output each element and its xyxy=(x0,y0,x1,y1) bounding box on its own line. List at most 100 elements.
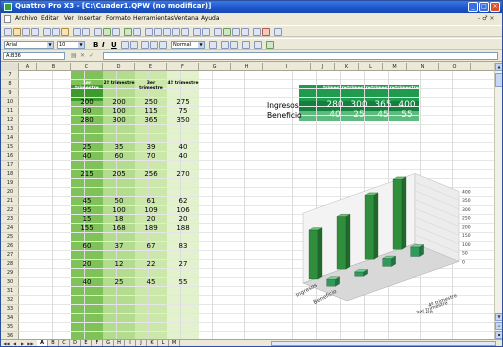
table-cell[interactable]: 25 xyxy=(71,143,103,152)
table-cell[interactable]: 168 xyxy=(103,224,135,233)
table-cell[interactable]: 20 xyxy=(167,215,199,224)
undo-icon[interactable] xyxy=(73,28,81,36)
sheet-tab-l[interactable]: L xyxy=(158,340,169,346)
row-header-26[interactable]: 26 xyxy=(1,242,19,251)
save-icon[interactable] xyxy=(22,28,30,36)
row-header-25[interactable]: 25 xyxy=(1,233,19,242)
bar-ingresos-1[interactable] xyxy=(308,229,319,280)
summary-cell[interactable]: 300 xyxy=(347,101,371,110)
new-file-icon[interactable] xyxy=(4,28,12,36)
column-header-d[interactable]: D xyxy=(103,63,135,71)
fill-color-icon[interactable] xyxy=(230,41,238,49)
table-cell[interactable]: 215 xyxy=(71,170,103,179)
print-icon[interactable] xyxy=(31,28,39,36)
bar-beneficio-1[interactable] xyxy=(326,279,336,287)
formula-input[interactable] xyxy=(103,52,498,60)
style-select[interactable]: Normal ▼ xyxy=(171,41,205,49)
row-header-12[interactable]: 12 xyxy=(1,116,19,125)
row-header-30[interactable]: 30 xyxy=(1,278,19,287)
sort-icon[interactable] xyxy=(214,28,222,36)
paste-icon[interactable] xyxy=(61,28,69,36)
bar-ingresos-4[interactable] xyxy=(392,179,403,250)
summary-cell[interactable]: 25 xyxy=(347,111,371,120)
menu-herramientas[interactable]: Herramientas xyxy=(133,15,174,22)
summary-label[interactable]: Beneficio xyxy=(267,111,315,120)
summary-cell[interactable]: 55 xyxy=(395,111,419,120)
first-sheet-icon[interactable]: ◀◀ xyxy=(3,340,10,346)
table-cell[interactable]: 45 xyxy=(71,197,103,206)
italic-button[interactable]: I xyxy=(102,41,105,49)
table-cell[interactable]: 256 xyxy=(135,170,167,179)
table-cell[interactable]: 115 xyxy=(135,107,167,116)
table-cell[interactable]: 20 xyxy=(71,260,103,269)
row-header-29[interactable]: 29 xyxy=(1,269,19,278)
table-cell[interactable]: 109 xyxy=(135,206,167,215)
table-cell[interactable]: 155 xyxy=(71,224,103,233)
table-cell[interactable]: 300 xyxy=(103,116,135,125)
split-button[interactable]: = xyxy=(495,322,502,330)
cancel-icon[interactable]: ✕ xyxy=(80,52,85,59)
table-cell[interactable]: 15 xyxy=(71,215,103,224)
table-cell[interactable]: 25 xyxy=(103,278,135,287)
zoom-icon[interactable] xyxy=(94,28,102,36)
row-header-18[interactable]: 18 xyxy=(1,170,19,179)
column-header-o[interactable]: O xyxy=(439,63,471,71)
table-cell[interactable]: 55 xyxy=(167,278,199,287)
row-header-19[interactable]: 19 xyxy=(1,179,19,188)
row-header-24[interactable]: 24 xyxy=(1,224,19,233)
scroll-thumb[interactable] xyxy=(495,73,502,87)
next-sheet-icon[interactable]: ▶ xyxy=(19,340,26,346)
scroll-down-button[interactable]: ▼ xyxy=(495,313,502,321)
sheet-tab-g[interactable]: G xyxy=(103,340,114,346)
row-header-9[interactable]: 9 xyxy=(1,89,19,98)
table-cell[interactable]: 75 xyxy=(167,107,199,116)
column-header-m[interactable]: M xyxy=(383,63,407,71)
table-cell[interactable]: 270 xyxy=(167,170,199,179)
cell-reference[interactable]: A:B36 xyxy=(3,52,65,60)
summary-cell[interactable]: 365 xyxy=(371,101,395,110)
table-cell[interactable]: 200 xyxy=(103,98,135,107)
row-header-21[interactable]: 21 xyxy=(1,197,19,206)
sheet-tab-b[interactable]: B xyxy=(48,340,59,346)
table-cell[interactable]: 67 xyxy=(135,242,167,251)
vertical-scrollbar[interactable]: ▲ ▼ = ▪ xyxy=(494,63,502,339)
close-button[interactable]: × xyxy=(490,2,500,12)
align-left-icon[interactable] xyxy=(141,41,149,49)
bold-button[interactable]: B xyxy=(93,41,98,49)
last-sheet-icon[interactable]: ▶▶ xyxy=(27,340,34,346)
table-cell[interactable]: 70 xyxy=(135,152,167,161)
table-cell[interactable]: 80 xyxy=(71,107,103,116)
function-icon[interactable] xyxy=(112,28,120,36)
row-header-32[interactable]: 32 xyxy=(1,296,19,305)
table-cell[interactable]: 27 xyxy=(167,260,199,269)
summary-cell[interactable]: 280 xyxy=(323,101,347,110)
table-cell[interactable]: 106 xyxy=(167,206,199,215)
row-header-22[interactable]: 22 xyxy=(1,206,19,215)
bar-ingresos-3[interactable] xyxy=(364,195,375,260)
speedformat-icon[interactable] xyxy=(232,28,240,36)
row-header-7[interactable]: 7 xyxy=(1,71,19,80)
column-header-f[interactable]: F xyxy=(167,63,199,71)
underline-button[interactable]: U xyxy=(111,41,117,49)
row-header-36[interactable]: 36 xyxy=(1,332,19,339)
summary-label[interactable]: Ingresos xyxy=(267,101,315,110)
horizontal-scrollbar[interactable] xyxy=(271,341,496,346)
table-cell[interactable]: 60 xyxy=(103,152,135,161)
column-header-l[interactable]: L xyxy=(359,63,383,71)
font-size-select[interactable]: 10 ▼ xyxy=(57,41,85,49)
menu-insertar[interactable]: Insertar xyxy=(78,15,101,22)
chart-expert-icon[interactable] xyxy=(266,41,274,49)
insert-cols-icon[interactable] xyxy=(154,28,162,36)
sheet-tab-h[interactable]: H xyxy=(114,340,125,346)
row-header-23[interactable]: 23 xyxy=(1,215,19,224)
column-header-g[interactable]: G xyxy=(199,63,231,71)
menu-ayuda[interactable]: Ayuda xyxy=(201,15,220,22)
pane-button[interactable]: ▪ xyxy=(495,331,502,339)
table-cell[interactable]: 100 xyxy=(103,206,135,215)
web-icon[interactable] xyxy=(253,28,261,36)
row-header-17[interactable]: 17 xyxy=(1,161,19,170)
bar-beneficio-4[interactable] xyxy=(410,246,420,257)
map-icon[interactable] xyxy=(133,28,141,36)
summary-cell[interactable]: 400 xyxy=(395,101,419,110)
row-header-20[interactable]: 20 xyxy=(1,188,19,197)
